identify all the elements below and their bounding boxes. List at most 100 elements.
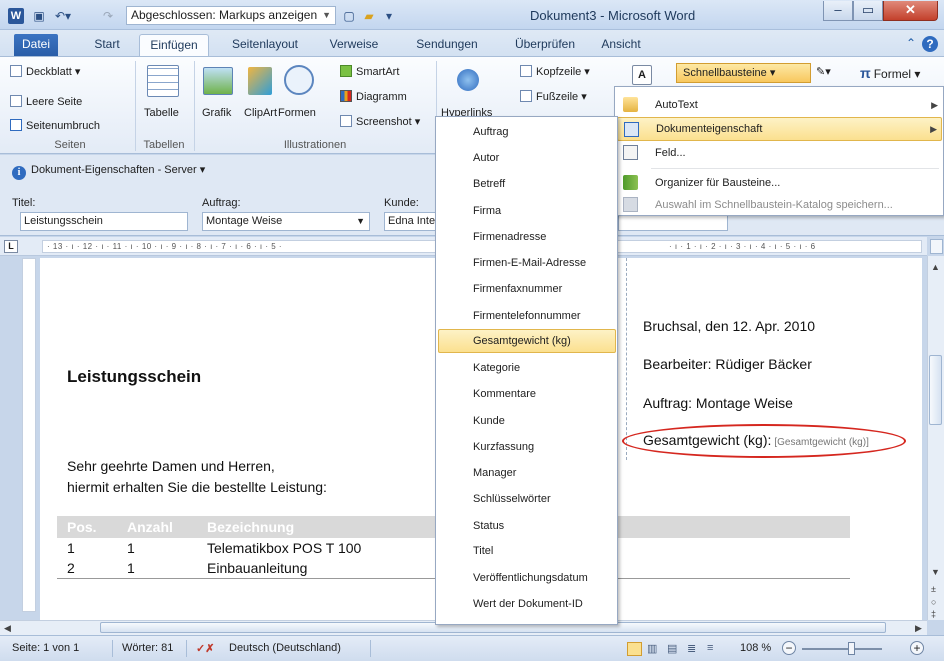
menu-item-organizer[interactable]: Organizer für Bausteine... [617, 171, 942, 195]
group-separator [135, 61, 136, 151]
screenshot-button[interactable]: Screenshot ▾ [340, 115, 420, 128]
zoom-in-icon[interactable]: + [910, 641, 924, 655]
markup-display-combo[interactable]: Abgeschlossen: Markups anzeigen ▼ [126, 6, 336, 25]
submenu-item-firmentelefonnummer[interactable]: Firmentelefonnummer [438, 304, 616, 328]
submenu-item-autor[interactable]: Autor [438, 146, 616, 170]
proofing-icon[interactable]: ✓✗ [196, 642, 214, 655]
leere-seite-button[interactable]: Leere Seite [10, 95, 82, 108]
redo-icon[interactable]: ↷ [100, 7, 116, 25]
fusszeile-button[interactable]: Fußzeile ▾ [520, 90, 587, 103]
submenu-item-manager[interactable]: Manager [438, 461, 616, 485]
zoom-slider-track[interactable] [802, 648, 882, 650]
tab-datei[interactable]: Datei [14, 34, 58, 56]
clipart-button[interactable]: ClipArt [244, 107, 277, 119]
language-indicator[interactable]: Deutsch (Deutschland) [229, 642, 341, 654]
document-property-submenu: Auftrag Autor Betreff Firma Firmenadress… [435, 116, 618, 625]
tab-einfuegen[interactable]: Einfügen [139, 34, 209, 56]
submenu-item-status[interactable]: Status [438, 514, 616, 538]
minimize-ribbon-icon[interactable]: ⌃ [906, 36, 916, 50]
auftrag-field[interactable]: Montage Weise ▼ [202, 212, 370, 231]
submenu-item-kategorie[interactable]: Kategorie [438, 356, 616, 380]
document-properties-title[interactable]: i Dokument-Eigenschaften - Server ▾ [12, 163, 205, 180]
submenu-item-firmenfaxnummer[interactable]: Firmenfaxnummer [438, 277, 616, 301]
zoom-level[interactable]: 108 % [740, 642, 771, 654]
scroll-up-icon[interactable]: ▲ [931, 262, 940, 272]
picture-icon[interactable] [203, 67, 233, 95]
smartart-button[interactable]: SmartArt [340, 65, 399, 78]
menu-item-autotext[interactable]: AutoText ▶ [617, 93, 942, 117]
previous-page-icon[interactable]: ± [931, 584, 936, 594]
schnellbausteine-button[interactable]: Schnellbausteine ▾ [676, 63, 811, 83]
tabelle-button[interactable]: Tabelle [144, 107, 179, 119]
view-ruler-toggle[interactable] [930, 239, 943, 254]
shapes-icon[interactable] [284, 65, 314, 95]
formen-button[interactable]: Formen [278, 107, 316, 119]
vertical-scroll-thumb[interactable] [929, 355, 942, 425]
submenu-item-kurzfassung[interactable]: Kurzfassung [438, 435, 616, 459]
menu-item-feld[interactable]: Feld... [617, 141, 942, 165]
titel-field[interactable]: Leistungsschein [20, 212, 188, 231]
help-icon[interactable]: ? [922, 36, 938, 52]
menu-item-dokumenteigenschaft[interactable]: Dokumenteigenschaft ▶ [617, 117, 942, 141]
screenshot-label: Screenshot ▾ [356, 116, 421, 128]
bearbeiter-line: Bearbeiter: Rüdiger Bäcker [643, 356, 812, 372]
tab-ueberpruefen[interactable]: Überprüfen [505, 34, 585, 56]
vertical-scrollbar[interactable] [927, 256, 944, 620]
tab-ansicht[interactable]: Ansicht [593, 34, 649, 56]
scroll-right-icon[interactable]: ▶ [915, 623, 922, 634]
undo-icon[interactable]: ↶▾ [52, 7, 74, 25]
tab-sendungen[interactable]: Sendungen [408, 34, 486, 56]
submenu-item-dokument-id[interactable]: Wert der Dokument-ID [438, 592, 616, 616]
zoom-out-icon[interactable]: − [782, 641, 796, 655]
web-layout-view-icon[interactable]: ▤ [667, 642, 677, 655]
browse-object-icon[interactable]: ○ [931, 597, 936, 607]
submenu-item-betreff[interactable]: Betreff [438, 172, 616, 196]
submenu-item-kunde[interactable]: Kunde [438, 409, 616, 433]
annotation-ellipse [622, 424, 906, 458]
diagramm-button[interactable]: Diagramm [340, 90, 407, 103]
open-folder-icon[interactable]: ▰ [360, 7, 378, 25]
tab-verweise[interactable]: Verweise [324, 34, 384, 56]
tab-seitenlayout[interactable]: Seitenlayout [220, 34, 310, 56]
save-icon[interactable]: ▣ [31, 7, 47, 25]
draft-view-icon[interactable]: ≡ [707, 642, 713, 654]
scroll-down-icon[interactable]: ▼ [931, 567, 940, 577]
next-page-icon[interactable]: ‡ [931, 609, 936, 619]
kopfzeile-button[interactable]: Kopfzeile ▾ [520, 65, 590, 78]
tab-start[interactable]: Start [85, 34, 129, 56]
submenu-item-gesamtgewicht[interactable]: Gesamtgewicht (kg) [438, 329, 616, 353]
submenu-item-firmen-email[interactable]: Firmen-E-Mail-Adresse [438, 251, 616, 275]
signature-line-icon[interactable]: ✎▾ [816, 65, 831, 78]
submenu-item-firmenadresse[interactable]: Firmenadresse [438, 225, 616, 249]
seitenumbruch-button[interactable]: Seitenumbruch [10, 119, 100, 132]
customize-qat-icon[interactable]: ▾ [382, 7, 396, 25]
close-button[interactable]: ✕ [883, 1, 938, 21]
clipart-icon[interactable] [248, 67, 272, 95]
submenu-item-veroeffentlichungsdatum[interactable]: Veröffentlichungsdatum [438, 566, 616, 590]
grafik-button[interactable]: Grafik [202, 107, 231, 119]
word-count[interactable]: Wörter: 81 [122, 642, 173, 654]
scroll-left-icon[interactable]: ◀ [4, 623, 11, 634]
tab-stop-selector[interactable]: L [4, 240, 18, 253]
submenu-item-schluesselwoerter[interactable]: Schlüsselwörter [438, 487, 616, 511]
submenu-item-auftrag[interactable]: Auftrag [438, 120, 616, 144]
hyperlink-icon[interactable] [457, 69, 479, 91]
zoom-slider-thumb[interactable] [848, 642, 855, 655]
page-count[interactable]: Seite: 1 von 1 [12, 642, 79, 654]
submenu-item-titel[interactable]: Titel [438, 539, 616, 563]
new-document-icon[interactable]: ▢ [342, 7, 356, 25]
deckblatt-button[interactable]: Deckblatt ▾ [10, 65, 80, 78]
maximize-button[interactable]: ▭ [853, 1, 883, 21]
outline-view-icon[interactable]: ≣ [687, 642, 696, 655]
minimize-button[interactable]: – [823, 1, 853, 21]
print-layout-view-icon[interactable] [627, 642, 642, 656]
full-screen-view-icon[interactable]: ▥ [647, 642, 657, 655]
formel-button[interactable]: π Formel ▾ [860, 65, 920, 81]
submenu-item-kommentare[interactable]: Kommentare [438, 382, 616, 406]
submenu-item-firma[interactable]: Firma [438, 199, 616, 223]
word-app-icon[interactable]: W [8, 8, 24, 24]
kopfzeile-label: Kopfzeile ▾ [536, 66, 590, 78]
kunde-field[interactable]: Edna Inte [384, 212, 436, 231]
table-icon[interactable] [147, 65, 179, 97]
textbox-icon[interactable]: A [632, 65, 652, 85]
